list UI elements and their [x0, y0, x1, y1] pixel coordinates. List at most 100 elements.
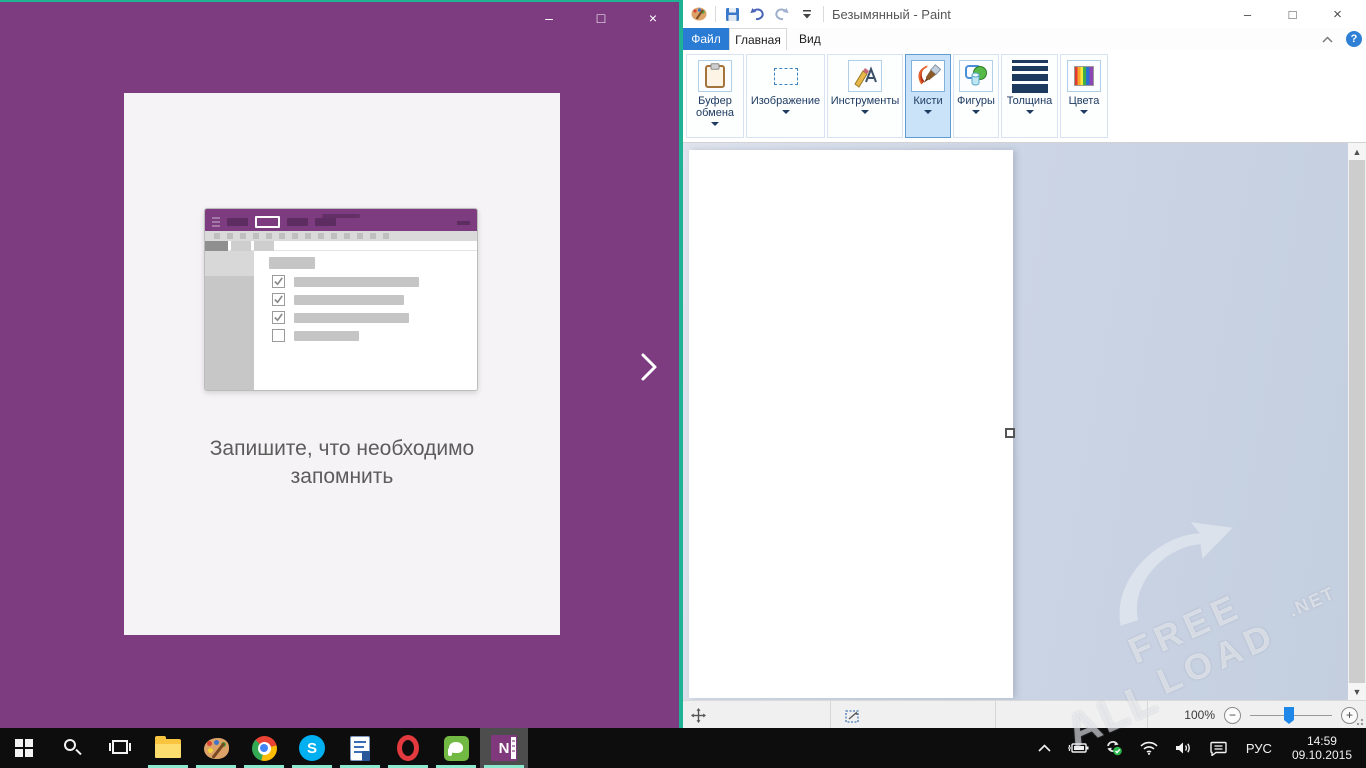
checked-checkbox-icon — [272, 275, 285, 288]
onenote-icon — [491, 735, 517, 761]
maximize-icon[interactable]: □ — [587, 5, 615, 31]
maximize-icon[interactable]: □ — [1270, 0, 1315, 28]
drawing-canvas[interactable] — [689, 150, 1013, 698]
next-slide-button[interactable] — [632, 346, 666, 388]
selection-size-icon — [845, 708, 861, 723]
scroll-up-icon[interactable]: ▲ — [1348, 143, 1366, 160]
window-resize-grip[interactable] — [1356, 718, 1364, 726]
wifi-icon[interactable] — [1134, 728, 1164, 768]
redo-button[interactable] — [773, 5, 791, 23]
ribbon-tab-strip: Файл Главная Вид — [683, 28, 1366, 50]
paint-window-controls: – □ × — [1225, 0, 1360, 28]
shapes-icon — [959, 60, 993, 92]
quick-access-toolbar — [683, 5, 824, 23]
taskbar-item-chrome[interactable] — [240, 728, 288, 768]
close-icon[interactable]: × — [1315, 0, 1360, 28]
onenote-illustration — [204, 208, 478, 391]
illustration-titlebar — [205, 209, 477, 231]
battery-icon[interactable] — [1062, 728, 1094, 768]
taskbar-item-skype[interactable] — [288, 728, 336, 768]
checked-checkbox-icon — [272, 311, 285, 324]
zoom-slider-thumb[interactable] — [1284, 707, 1294, 720]
taskbar-item-evernote[interactable] — [432, 728, 480, 768]
search-icon — [62, 738, 82, 758]
window-title: Безымянный - Paint — [832, 7, 951, 22]
colors-icon — [1067, 60, 1101, 92]
ribbon-group-brushes[interactable]: Кисти — [905, 54, 951, 138]
chevron-up-icon — [1322, 36, 1333, 43]
dropdown-arrow-icon — [924, 110, 932, 114]
group-label: Цвета — [1069, 95, 1100, 107]
system-tray: РУС 14:59 09.10.2015 — [1033, 728, 1366, 768]
paint-window: Безымянный - Paint – □ × Файл Главная Ви… — [683, 0, 1366, 728]
canvas-resize-handle[interactable] — [1005, 428, 1015, 438]
tools-icon — [848, 60, 882, 92]
close-icon[interactable]: × — [639, 5, 667, 31]
vertical-scrollbar[interactable]: ▲ ▼ — [1348, 143, 1366, 700]
taskbar-item-writer[interactable] — [336, 728, 384, 768]
chevron-right-icon — [640, 352, 658, 382]
dropdown-arrow-icon — [1080, 110, 1088, 114]
zoom-slider[interactable] — [1250, 707, 1332, 724]
scroll-down-icon[interactable]: ▼ — [1348, 683, 1366, 700]
ribbon-group-colors[interactable]: Цвета — [1060, 54, 1108, 138]
evernote-icon — [444, 736, 469, 761]
clock[interactable]: 14:59 09.10.2015 — [1286, 734, 1358, 762]
dropdown-arrow-icon — [711, 122, 719, 126]
customize-qat-button[interactable] — [798, 5, 816, 23]
undo-button[interactable] — [748, 5, 766, 23]
taskbar-item-onenote[interactable] — [480, 728, 528, 768]
chrome-icon — [252, 736, 277, 761]
start-button[interactable] — [0, 728, 48, 768]
tab-view[interactable]: Вид — [787, 28, 833, 50]
sync-status-icon[interactable] — [1100, 728, 1128, 768]
save-icon — [725, 7, 740, 22]
minimize-icon[interactable]: – — [535, 5, 563, 31]
illustration-ribbon — [205, 231, 477, 241]
ribbon-group-tools[interactable]: Инструменты — [827, 54, 903, 138]
windows-logo-icon — [15, 739, 33, 757]
undo-icon — [749, 7, 765, 21]
cursor-position-icon — [691, 708, 706, 723]
task-view-icon — [109, 740, 131, 756]
canvas-area: ▲ ▼ — [683, 143, 1366, 700]
scrollbar-thumb[interactable] — [1349, 160, 1365, 683]
help-button[interactable]: ? — [1346, 31, 1362, 47]
tab-file[interactable]: Файл — [683, 28, 729, 50]
taskbar-item-paint[interactable] — [192, 728, 240, 768]
dropdown-caret-icon — [802, 10, 812, 19]
zoom-controls: 100% − + — [1184, 701, 1358, 729]
minimize-icon[interactable]: – — [1225, 0, 1270, 28]
collapse-ribbon-button[interactable] — [1318, 30, 1336, 48]
brush-icon — [911, 60, 945, 92]
action-center-icon[interactable] — [1205, 728, 1232, 768]
status-bar: 100% − + — [683, 700, 1366, 728]
paint-app-icon[interactable] — [690, 5, 708, 23]
taskbar-item-opera[interactable] — [384, 728, 432, 768]
save-button[interactable] — [723, 5, 741, 23]
dropdown-arrow-icon — [861, 110, 869, 114]
group-label: Инструменты — [831, 95, 900, 107]
ribbon: Буфер обмена Изображение Инструменты — [683, 50, 1366, 143]
group-label: Кисти — [913, 95, 942, 107]
ribbon-group-image[interactable]: Изображение — [746, 54, 825, 138]
dropdown-arrow-icon — [1026, 110, 1034, 114]
ribbon-group-clipboard[interactable]: Буфер обмена — [686, 54, 744, 138]
tab-home[interactable]: Главная — [729, 28, 787, 50]
ribbon-group-shapes[interactable]: Фигуры — [953, 54, 999, 138]
taskbar-item-file-explorer[interactable] — [144, 728, 192, 768]
task-view-button[interactable] — [96, 728, 144, 768]
checked-checkbox-icon — [272, 293, 285, 306]
taskbar-search-button[interactable] — [48, 728, 96, 768]
zoom-out-button[interactable]: − — [1224, 707, 1241, 724]
ribbon-group-thickness[interactable]: Толщина — [1001, 54, 1058, 138]
redo-icon — [774, 7, 790, 21]
volume-icon[interactable] — [1170, 728, 1199, 768]
paint-palette-icon — [204, 738, 229, 759]
chevron-up-icon — [1038, 744, 1051, 752]
image-size-section — [996, 701, 1148, 729]
language-indicator[interactable]: РУС — [1238, 741, 1280, 756]
group-label: Толщина — [1007, 95, 1053, 107]
dropdown-arrow-icon — [782, 110, 790, 114]
show-hidden-icons-button[interactable] — [1033, 728, 1056, 768]
